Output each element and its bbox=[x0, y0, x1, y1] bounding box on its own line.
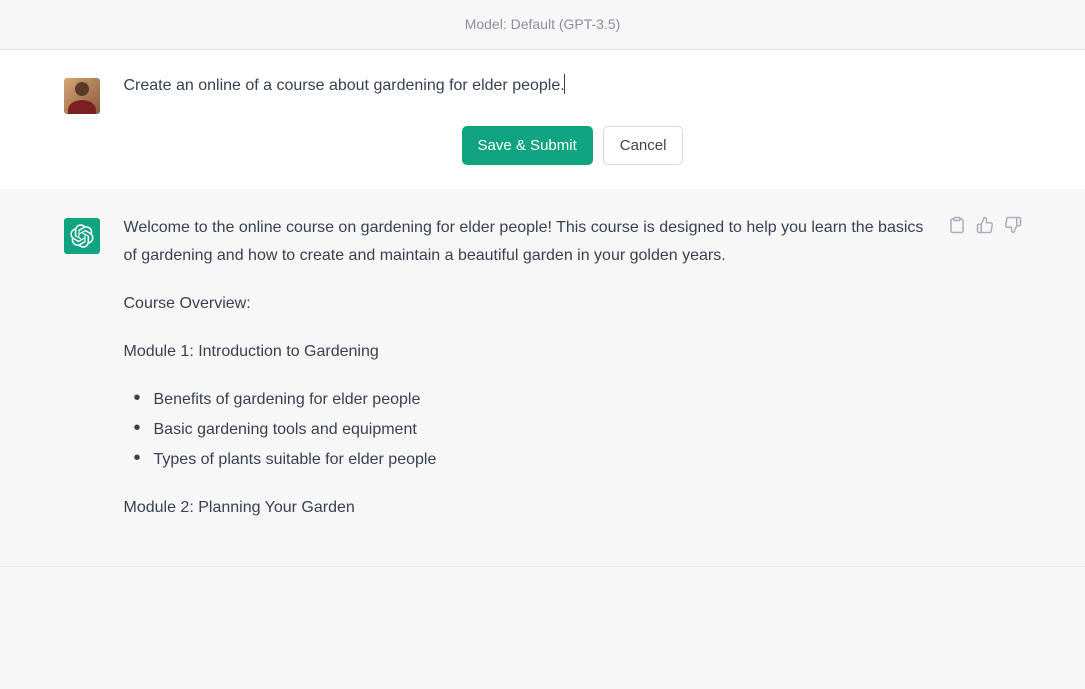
action-icons bbox=[948, 216, 1022, 234]
assistant-response: Welcome to the online course on gardenin… bbox=[124, 214, 936, 542]
module1-list: Benefits of gardening for elder people B… bbox=[124, 386, 936, 474]
overview-label: Course Overview: bbox=[124, 290, 936, 318]
edit-area[interactable]: Create an online of a course about garde… bbox=[124, 74, 1022, 98]
edit-text[interactable]: Create an online of a course about garde… bbox=[124, 77, 565, 94]
model-header: Model: Default (GPT-3.5) bbox=[0, 0, 1085, 50]
cancel-button[interactable]: Cancel bbox=[603, 126, 684, 165]
save-submit-button[interactable]: Save & Submit bbox=[462, 126, 593, 165]
assistant-message: Welcome to the online course on gardenin… bbox=[0, 190, 1085, 567]
list-item: Basic gardening tools and equipment bbox=[142, 416, 936, 444]
thumbs-up-icon[interactable] bbox=[976, 216, 994, 234]
copy-icon[interactable] bbox=[948, 216, 966, 234]
user-message: Create an online of a course about garde… bbox=[0, 50, 1085, 190]
list-item: Benefits of gardening for elder people bbox=[142, 386, 936, 414]
model-label: Model: Default (GPT-3.5) bbox=[465, 16, 621, 32]
thumbs-down-icon[interactable] bbox=[1004, 216, 1022, 234]
module2-title: Module 2: Planning Your Garden bbox=[124, 494, 936, 522]
text-cursor bbox=[564, 74, 565, 94]
user-avatar bbox=[64, 78, 100, 114]
intro-paragraph: Welcome to the online course on gardenin… bbox=[124, 214, 936, 270]
list-item: Types of plants suitable for elder peopl… bbox=[142, 446, 936, 474]
assistant-avatar bbox=[64, 218, 100, 254]
edit-buttons: Save & Submit Cancel bbox=[124, 126, 1022, 165]
openai-icon bbox=[70, 224, 94, 248]
module1-title: Module 1: Introduction to Gardening bbox=[124, 338, 936, 366]
